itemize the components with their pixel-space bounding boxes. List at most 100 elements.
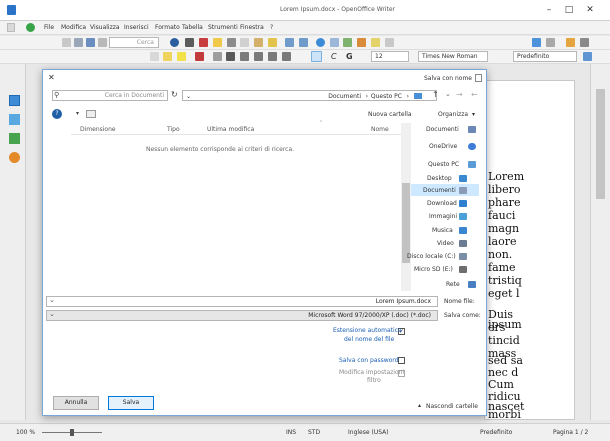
print-icon[interactable] <box>185 38 194 47</box>
close-button[interactable]: ✕ <box>582 4 598 16</box>
menu-file[interactable]: File <box>44 24 54 31</box>
minimize-button[interactable]: – <box>541 4 557 16</box>
font-size-select[interactable]: 12 <box>371 51 409 62</box>
column-size[interactable]: Dimensione <box>80 126 116 133</box>
bold-icon[interactable]: G <box>346 52 353 61</box>
align-right-icon[interactable] <box>268 52 277 61</box>
undo-icon[interactable] <box>285 38 294 47</box>
column-name[interactable]: Nome <box>371 126 389 133</box>
page-number-status[interactable]: Pagina 1 / 2 <box>553 429 588 436</box>
menu-finestra[interactable]: Finestra <box>240 24 264 31</box>
nav-item-download[interactable]: Download <box>427 198 457 209</box>
dropdown-chevron-icon[interactable]: ⌄ <box>186 92 191 100</box>
save-icon[interactable] <box>86 38 95 47</box>
navigator-sidebar-icon[interactable] <box>9 152 20 163</box>
nav-item-micro-sd[interactable]: Micro SD (E:) <box>414 264 453 275</box>
spellcheck-icon[interactable] <box>213 38 222 47</box>
selection-mode[interactable]: STD <box>308 429 320 436</box>
zoom-level[interactable]: 100 % <box>16 429 35 436</box>
save-with-password-label[interactable]: Salva con password <box>339 357 398 364</box>
open-icon[interactable] <box>74 38 83 47</box>
dialog-search-input[interactable]: Cerca in Documenti <box>52 90 168 101</box>
font-name-select[interactable]: Times New Roman <box>418 51 488 62</box>
draw-icon[interactable] <box>566 38 575 47</box>
clone-format-icon[interactable] <box>268 38 277 47</box>
insert-mode[interactable]: INS <box>286 429 296 436</box>
column-type[interactable]: Tipo <box>167 126 180 133</box>
file-name-input[interactable]: Lorem Ipsum.docx <box>46 296 438 307</box>
help-icon[interactable] <box>170 38 179 47</box>
copy-icon[interactable] <box>240 38 249 47</box>
symbols-icon[interactable] <box>580 38 589 47</box>
maximize-button[interactable]: □ <box>561 4 577 16</box>
view-chevron-icon[interactable]: ▾ <box>76 110 79 117</box>
file-name-chevron-icon[interactable]: ⌄ <box>49 296 55 304</box>
back-icon[interactable]: ← <box>471 90 478 99</box>
align-center-icon[interactable] <box>254 52 263 61</box>
redo-icon[interactable] <box>299 38 308 47</box>
nav-scrollbar[interactable] <box>401 123 411 291</box>
breadcrumb-this-pc[interactable]: Questo PC <box>371 92 402 100</box>
save-button[interactable]: Salva <box>108 396 154 410</box>
menu-help[interactable]: ? <box>270 24 273 31</box>
export-icon[interactable] <box>98 38 107 47</box>
scroll-thumb[interactable] <box>596 89 605 199</box>
nav-item-rete[interactable]: Rete <box>446 279 460 290</box>
basic-shapes-icon[interactable] <box>546 38 555 47</box>
dialog-close-icon[interactable]: ✕ <box>48 73 55 82</box>
font-color-icon[interactable] <box>195 52 204 61</box>
language-status[interactable]: Inglese (USA) <box>348 429 389 436</box>
chart-icon[interactable] <box>357 38 366 47</box>
styles-list-icon[interactable] <box>150 52 159 61</box>
cancel-button[interactable]: Annulla <box>53 396 99 410</box>
auto-extension-label[interactable]: Estensione automatica <box>333 327 402 334</box>
auto-extension-label-2[interactable]: del nome del file <box>344 336 394 343</box>
view-options-icon[interactable] <box>86 110 96 118</box>
update-style-icon[interactable] <box>163 52 172 61</box>
menu-visualizza[interactable]: Visualizza <box>90 24 120 31</box>
save-with-password-checkbox[interactable] <box>398 357 405 364</box>
menu-strumenti[interactable]: Strumenti <box>208 24 238 31</box>
align-left-icon[interactable] <box>240 52 249 61</box>
address-bar[interactable]: ⌄ Documenti › Questo PC › <box>182 90 437 101</box>
new-folder-button[interactable]: Nuova cartella <box>368 111 412 118</box>
nav-item-desktop[interactable]: Desktop <box>427 173 452 184</box>
image-icon[interactable] <box>343 38 352 47</box>
hide-folders-chevron-icon[interactable]: ▴ <box>418 402 421 409</box>
hyperlink-icon[interactable] <box>316 38 325 47</box>
help-icon[interactable]: ? <box>52 109 62 119</box>
table-icon[interactable] <box>330 38 339 47</box>
justify-icon[interactable] <box>282 52 291 61</box>
right-scrollbar[interactable] <box>590 64 610 420</box>
refresh-icon[interactable]: ↻ <box>171 90 178 99</box>
save-as-type-chevron-icon[interactable]: ⌄ <box>49 310 55 318</box>
nav-item-documenti[interactable]: Documenti <box>423 185 456 196</box>
forward-icon[interactable]: → <box>456 90 463 99</box>
paste-icon[interactable] <box>254 38 263 47</box>
recent-chevron-icon[interactable]: ⌄ <box>445 90 451 98</box>
menu-tabella[interactable]: Tabella <box>182 24 203 31</box>
breadcrumb-documenti[interactable]: Documenti <box>328 92 361 100</box>
nav-item-documenti-quick[interactable]: Documenti <box>426 124 459 135</box>
navigator-icon[interactable] <box>371 38 380 47</box>
highlight-icon[interactable] <box>177 52 186 61</box>
gallery-icon[interactable] <box>385 38 394 47</box>
menu-formato[interactable]: Formato <box>155 24 180 31</box>
styles-icon[interactable] <box>532 38 541 47</box>
char-spacing-icon[interactable] <box>213 52 222 61</box>
pdf-icon[interactable] <box>199 38 208 47</box>
page-icon[interactable] <box>9 114 20 125</box>
nav-item-disco-locale[interactable]: Disco locale (C:) <box>407 251 456 262</box>
cut-icon[interactable] <box>227 38 236 47</box>
properties-icon[interactable] <box>9 95 20 106</box>
align-active-icon[interactable] <box>311 51 322 62</box>
nav-item-musica[interactable]: Musica <box>432 225 453 236</box>
hide-folders-toggle[interactable]: Nascondi cartelle <box>426 403 478 410</box>
organize-button[interactable]: Organizza <box>438 111 468 118</box>
nav-item-immagini[interactable]: Immagini <box>429 211 457 222</box>
toolbar-search-input[interactable]: Cerca <box>109 37 159 48</box>
underline-icon[interactable] <box>226 52 235 61</box>
nav-item-onedrive[interactable]: OneDrive <box>429 141 457 152</box>
italic-icon[interactable]: C <box>331 52 337 61</box>
menu-modifica[interactable]: Modifica <box>61 24 86 31</box>
